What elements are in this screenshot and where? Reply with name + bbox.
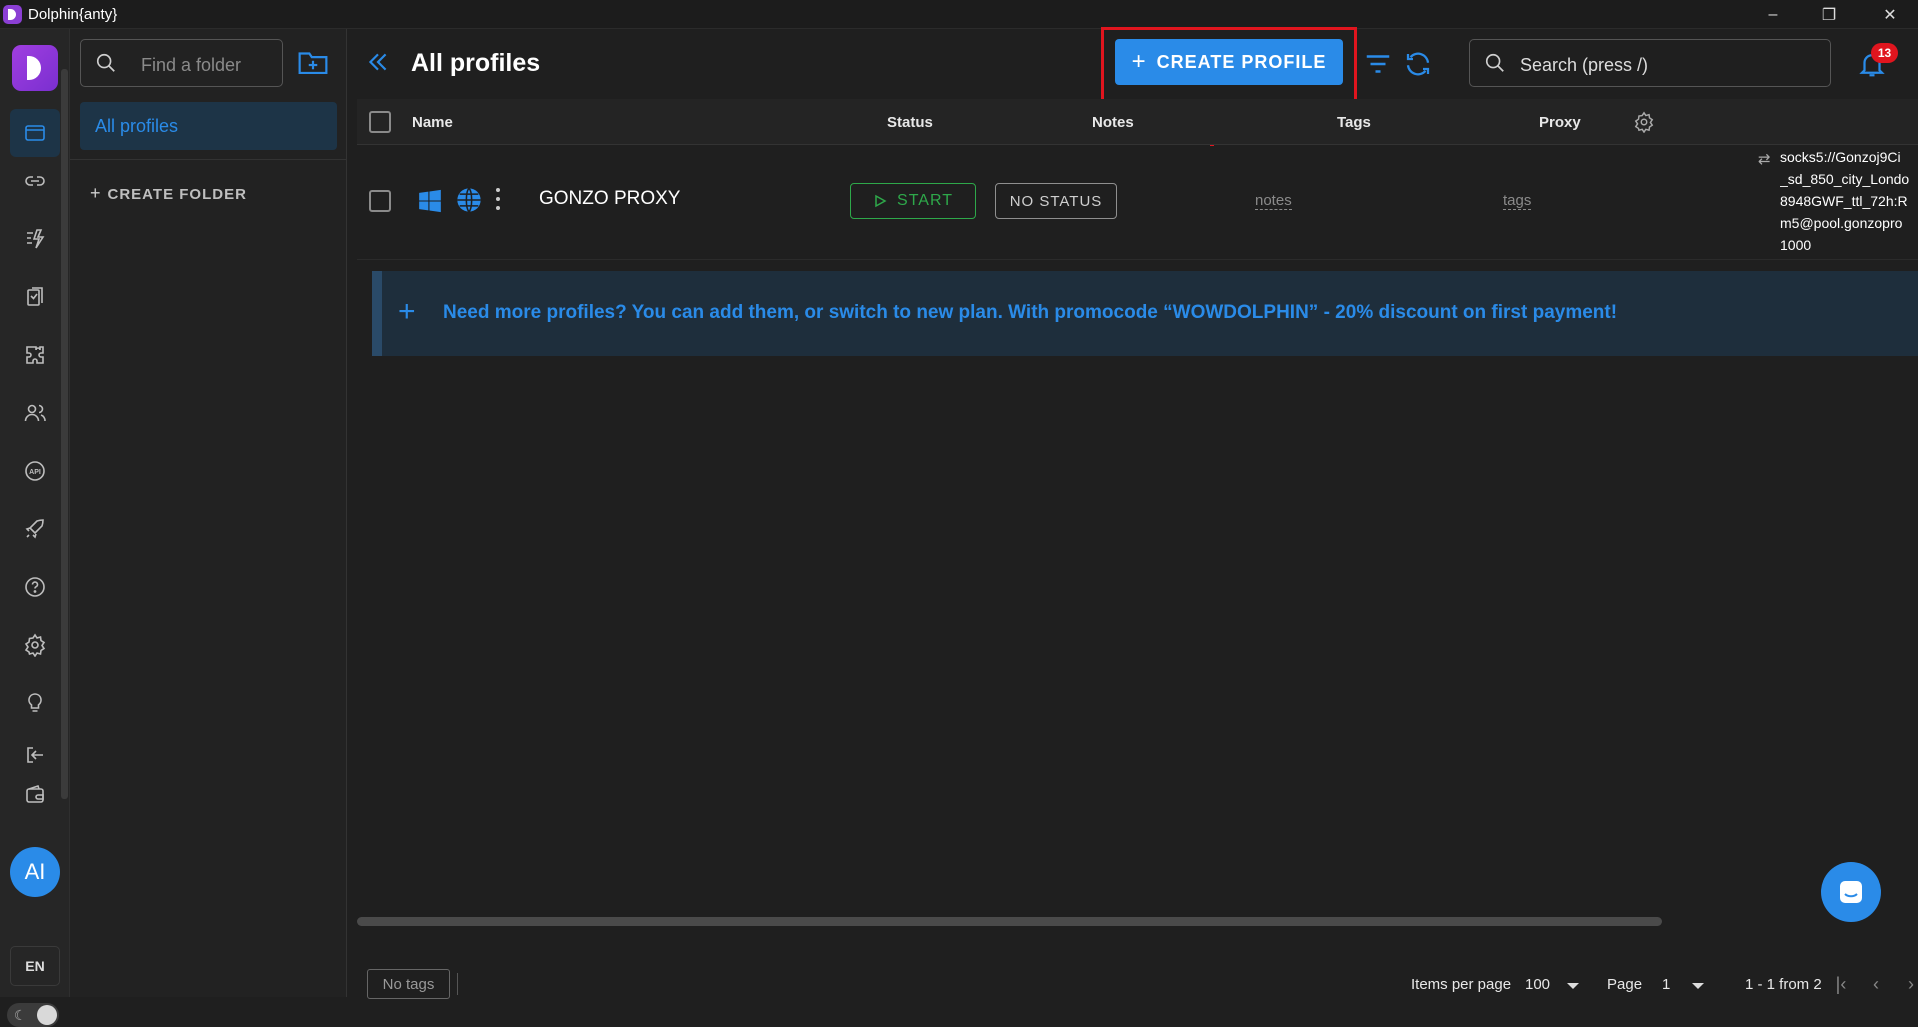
- prev-page-icon[interactable]: ‹: [1865, 973, 1887, 995]
- create-profile-label: CREATE PROFILE: [1156, 51, 1327, 72]
- column-header-status[interactable]: Status: [887, 114, 933, 131]
- select-all-checkbox[interactable]: [369, 111, 391, 133]
- rocket-icon[interactable]: [10, 505, 60, 553]
- extensions-icon[interactable]: [10, 331, 60, 379]
- promo-banner[interactable]: + Need more profiles? You can add them, …: [372, 271, 1918, 356]
- search-icon: [1485, 53, 1504, 72]
- refresh-icon[interactable]: [1403, 49, 1433, 79]
- divider: [70, 159, 347, 160]
- items-per-page-label: Items per page: [1411, 976, 1512, 993]
- proxy-swap-icon[interactable]: ⇄: [1758, 150, 1771, 168]
- notes-field[interactable]: notes: [1255, 192, 1292, 210]
- table-row[interactable]: GONZO PROXY START NO STATUS notes tags ⇄…: [357, 146, 1918, 260]
- next-page-icon[interactable]: ›: [1900, 973, 1918, 995]
- nav-rail: API AI EN ☾: [0, 29, 70, 1027]
- folder-search-placeholder: Find a folder: [141, 55, 242, 75]
- users-icon[interactable]: [10, 389, 60, 437]
- globe-icon: [457, 187, 481, 213]
- filter-icon[interactable]: [1363, 49, 1393, 79]
- chevron-down-icon[interactable]: [1567, 983, 1579, 989]
- link-icon[interactable]: [10, 157, 60, 205]
- settings-icon[interactable]: [10, 621, 60, 669]
- start-label: START: [897, 192, 953, 209]
- maximize-button[interactable]: ❐: [1801, 0, 1857, 29]
- create-folder-label: CREATE FOLDER: [107, 186, 247, 203]
- svg-text:API: API: [29, 469, 41, 476]
- column-header-name[interactable]: Name: [412, 114, 453, 131]
- plus-icon: +: [398, 295, 416, 328]
- start-profile-button[interactable]: START: [850, 183, 976, 219]
- create-profile-button[interactable]: + CREATE PROFILE: [1115, 39, 1343, 85]
- table-footer: No tags Items per page 100 Page 1 1 - 1 …: [357, 935, 1918, 999]
- plus-icon: +: [90, 183, 102, 203]
- row-select-checkbox[interactable]: [369, 190, 391, 212]
- folder-search-input[interactable]: Find a folder: [80, 39, 283, 87]
- pagination-range: 1 - 1 from 2: [1745, 976, 1822, 993]
- folder-item-all-profiles[interactable]: All profiles: [80, 102, 337, 150]
- browser-profiles-icon[interactable]: [10, 109, 60, 157]
- windows-icon: [419, 189, 441, 213]
- page-title: All profiles: [411, 49, 541, 77]
- close-window-button[interactable]: ✕: [1862, 0, 1918, 29]
- window-title: Dolphin{anty}: [28, 6, 118, 23]
- lightbulb-icon[interactable]: [10, 679, 60, 727]
- automation-icon[interactable]: [10, 215, 60, 263]
- row-menu-kebab-icon[interactable]: [493, 184, 503, 214]
- play-icon: [875, 194, 887, 208]
- folders-panel: Find a folder All profiles + CREATE FOLDE…: [70, 29, 347, 997]
- promo-text[interactable]: Need more profiles? You can add them, or…: [443, 302, 1617, 324]
- toggle-knob: [37, 1005, 57, 1025]
- column-header-tags[interactable]: Tags: [1337, 114, 1371, 131]
- language-switcher[interactable]: EN: [10, 946, 60, 986]
- main-content: All profiles + CREATE PROFILE Search (pr…: [347, 27, 1918, 999]
- first-page-icon[interactable]: |‹: [1830, 973, 1852, 995]
- wallet-icon[interactable]: [10, 771, 60, 819]
- column-header-proxy[interactable]: Proxy: [1539, 114, 1581, 131]
- add-folder-icon[interactable]: [296, 47, 330, 77]
- column-header-notes[interactable]: Notes: [1092, 114, 1134, 131]
- folder-item-label: All profiles: [95, 116, 179, 136]
- dolphin-logo-icon[interactable]: [12, 45, 58, 91]
- tags-field[interactable]: tags: [1503, 192, 1532, 210]
- divider: [457, 973, 458, 995]
- api-icon[interactable]: API: [10, 447, 60, 495]
- page-label: Page: [1607, 976, 1643, 993]
- plus-icon: +: [1131, 48, 1147, 75]
- chat-icon: [1840, 881, 1862, 903]
- profile-name[interactable]: GONZO PROXY: [539, 188, 680, 210]
- help-icon[interactable]: [10, 563, 60, 611]
- profile-search-input[interactable]: Search (press /): [1469, 39, 1831, 87]
- notification-count-badge: 13: [1871, 43, 1898, 63]
- support-chat-button[interactable]: [1821, 862, 1881, 922]
- minimize-button[interactable]: –: [1745, 0, 1801, 29]
- page-select[interactable]: 1: [1662, 976, 1670, 993]
- proxy-value: socks5://Gonzoj9Ci _sd_850_city_Londo 89…: [1780, 149, 1910, 253]
- chevron-down-icon[interactable]: [1692, 983, 1704, 989]
- search-icon: [96, 53, 115, 72]
- horizontal-scrollbar[interactable]: [357, 917, 1662, 926]
- title-bar: Dolphin{anty} – ❐ ✕: [0, 0, 1918, 29]
- bookmarks-icon[interactable]: [10, 273, 60, 321]
- create-folder-button[interactable]: + CREATE FOLDER: [90, 183, 247, 204]
- items-per-page-select[interactable]: 100: [1525, 976, 1550, 993]
- ai-assistant-button[interactable]: AI: [10, 847, 60, 897]
- theme-toggle[interactable]: ☾: [7, 1003, 59, 1027]
- moon-icon: ☾: [14, 1007, 27, 1023]
- table-header: Name Status Notes Tags Proxy: [357, 99, 1918, 145]
- tag-filter-no-tags[interactable]: No tags: [367, 969, 450, 999]
- status-button[interactable]: NO STATUS: [995, 183, 1117, 219]
- app-logo-icon: [3, 5, 22, 24]
- rail-scrollbar[interactable]: [61, 69, 68, 799]
- column-settings-gear-icon[interactable]: [1633, 111, 1655, 133]
- collapse-panel-icon[interactable]: [365, 49, 391, 75]
- search-placeholder: Search (press /): [1520, 55, 1649, 75]
